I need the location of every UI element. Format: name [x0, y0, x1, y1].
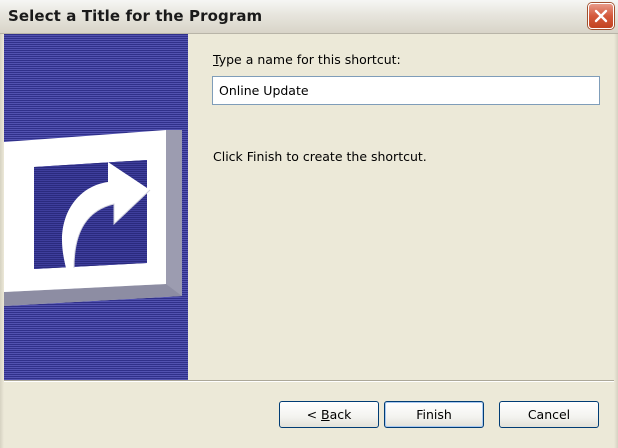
- wizard-content: Type a name for this shortcut: Click Fin…: [188, 34, 614, 380]
- back-button[interactable]: < Back: [279, 401, 379, 428]
- shortcut-name-input[interactable]: [212, 76, 600, 105]
- back-mnemonic: B: [321, 407, 330, 422]
- back-rest: ack: [329, 407, 352, 422]
- wizard-banner: [4, 34, 188, 380]
- dialog-title: Select a Title for the Program: [8, 7, 263, 25]
- shortcut-arrow-icon: [4, 130, 182, 306]
- wizard-footer: < Back Finish Cancel: [0, 382, 618, 448]
- back-prefix: <: [306, 407, 322, 422]
- close-icon: [594, 9, 608, 23]
- finish-button[interactable]: Finish: [384, 401, 484, 428]
- finish-instruction: Click Finish to create the shortcut.: [213, 149, 427, 164]
- label-text: ype a name for this shortcut:: [218, 52, 401, 67]
- close-button[interactable]: [588, 3, 614, 29]
- create-shortcut-dialog: Select a Title for the Program Type a na…: [0, 0, 618, 448]
- cancel-button[interactable]: Cancel: [499, 401, 599, 428]
- title-bar[interactable]: Select a Title for the Program: [0, 0, 618, 34]
- shortcut-name-label: Type a name for this shortcut:: [213, 52, 401, 67]
